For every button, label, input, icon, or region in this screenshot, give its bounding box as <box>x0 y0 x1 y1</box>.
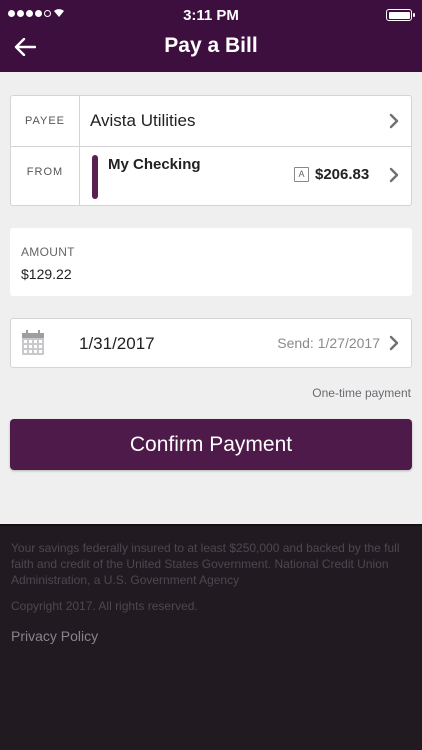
status-bar: 3:11 PM <box>0 0 422 28</box>
header-bar: 3:11 PM Pay a Bill <box>0 0 422 72</box>
page-title: Pay a Bill <box>164 34 258 57</box>
privacy-policy-link[interactable]: Privacy Policy <box>11 628 98 644</box>
amount-input[interactable]: $129.22 <box>21 266 72 282</box>
payment-details-card: PAYEE Avista Utilities FROM My Checking … <box>10 95 412 206</box>
amount-label: AMOUNT <box>21 245 75 259</box>
chevron-right-icon[interactable] <box>388 113 400 129</box>
payee-selector[interactable]: Avista Utilities <box>90 111 196 131</box>
payment-frequency[interactable]: One-time payment <box>312 386 411 400</box>
payment-date: 1/31/2017 <box>79 334 155 353</box>
status-time: 3:11 PM <box>183 7 239 24</box>
account-badge: A <box>294 167 309 182</box>
battery-icon <box>386 9 415 21</box>
chevron-right-icon[interactable] <box>388 167 400 183</box>
send-date: Send: 1/27/2017 <box>277 335 380 351</box>
calendar-icon <box>22 330 44 355</box>
footer: Your savings federally insured to at lea… <box>0 524 422 750</box>
amount-field[interactable]: AMOUNT $129.22 <box>10 228 412 296</box>
chevron-right-icon[interactable] <box>388 335 400 351</box>
divider <box>11 146 411 147</box>
divider <box>79 96 80 205</box>
confirm-payment-button[interactable]: Confirm Payment <box>10 419 412 470</box>
from-account-selector[interactable]: My Checking <box>108 156 201 173</box>
copyright-text: Copyright 2017. All rights reserved. <box>11 599 198 613</box>
payee-label: PAYEE <box>24 115 66 127</box>
account-balance: $206.83 <box>315 166 370 183</box>
insurance-disclaimer: Your savings federally insured to at lea… <box>11 541 400 587</box>
account-color-indicator <box>92 155 98 199</box>
from-label: FROM <box>26 166 64 178</box>
date-selector[interactable]: 1/31/2017 Send: 1/27/2017 <box>10 318 412 368</box>
